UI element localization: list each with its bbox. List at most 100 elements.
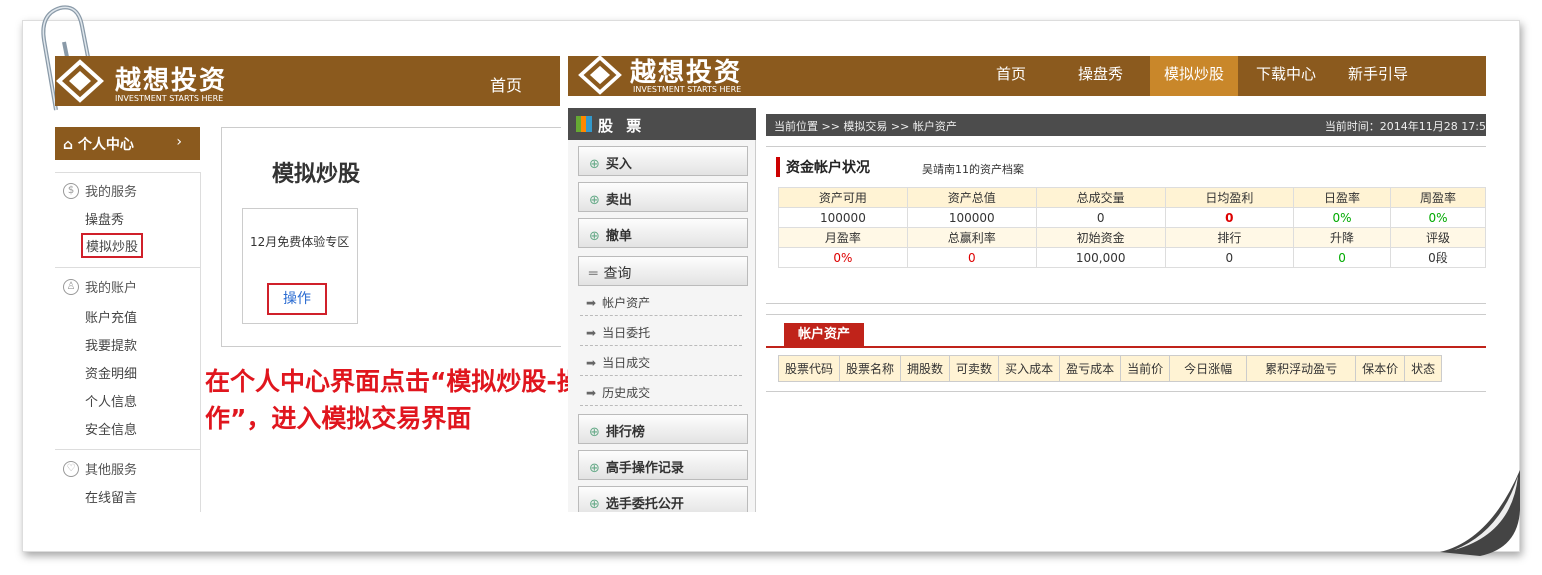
sidebar-item-personal-info[interactable]: 个人信息: [85, 391, 137, 410]
logo-title: 越想投资: [115, 66, 228, 96]
plus-icon: ⊕: [589, 193, 600, 208]
promo-card: 12月免费体验专区 操作: [242, 208, 358, 324]
table-header-cell: 周盈率: [1389, 187, 1486, 208]
left-header-bar: 越想投资 INVESTMENT STARTS HERE 首页: [55, 56, 560, 106]
table-header-cell: 升降: [1293, 227, 1391, 248]
sidebar-section-account: ♙ 我的账户: [63, 277, 137, 296]
menu-query[interactable]: ═ 查询: [578, 256, 748, 286]
logo-subtitle: INVESTMENT STARTS HERE: [115, 94, 224, 103]
nav-showcase[interactable]: 操盘秀: [1078, 63, 1123, 84]
table-cell: 100000: [778, 207, 908, 228]
menu-ranking[interactable]: ⊕ 排行榜: [578, 414, 748, 444]
plus-icon: ⊕: [589, 157, 600, 172]
query-label: 帐户资产: [602, 296, 651, 310]
sidebar-item-message[interactable]: 在线留言: [85, 487, 137, 506]
query-account-assets[interactable]: ➡ 帐户资产: [580, 288, 742, 316]
personal-center-label: 个人中心: [77, 137, 134, 153]
menu-buy[interactable]: ⊕ 买入: [578, 146, 748, 176]
user-icon: ♙: [63, 278, 79, 295]
logo-icon: [56, 59, 104, 103]
breadcrumb-text: 当前位置 >> 模拟交易 >> 帐户资产: [774, 120, 957, 133]
menu-cancel-order[interactable]: ⊕ 撤单: [578, 218, 748, 248]
menu-label: 选手委托公开: [605, 497, 684, 512]
sidebar-item-fund-details[interactable]: 资金明细: [85, 363, 137, 382]
nav-beginner-guide[interactable]: 新手引导: [1348, 63, 1408, 84]
holdings-table: 股票代码 股票名称 拥股数 可卖数 买入成本 盈亏成本 当前价 今日涨幅 累积浮…: [777, 355, 1443, 382]
logo-icon: [578, 56, 622, 95]
logo-subtitle: INVESTMENT STARTS HERE: [633, 85, 742, 94]
nav-download[interactable]: 下载中心: [1256, 63, 1316, 84]
sidebar: $ 我的服务 操盘秀 模拟炒股 ♙ 我的账户 账户充值 我要提款 资金明细 个人信息…: [55, 172, 201, 512]
tab-account-assets[interactable]: 帐户资产: [784, 323, 864, 347]
personal-center-tab[interactable]: ⌂ 个人中心 ›: [55, 127, 200, 160]
nav-home-link[interactable]: 首页: [490, 72, 522, 96]
page-title: 模拟炒股: [272, 162, 361, 187]
sidebar-item-simulated-trading[interactable]: 模拟炒股: [81, 233, 144, 258]
table-header-cell: 日均盈利: [1164, 187, 1295, 208]
table-cell: 100,000: [1035, 247, 1166, 268]
menu-label: 卖出: [605, 193, 632, 208]
menu-player-orders[interactable]: ⊕ 选手委托公开: [578, 486, 748, 512]
sidebar-item-showcase[interactable]: 操盘秀: [85, 209, 124, 228]
minus-icon: ═: [589, 266, 598, 282]
holdings-header-cell: 股票名称: [839, 355, 902, 382]
arrow-right-icon: ➡: [586, 326, 597, 340]
menu-label: 高手操作记录: [605, 461, 684, 476]
sidebar-item-withdraw[interactable]: 我要提款: [85, 335, 137, 354]
table-cell: 0%: [778, 247, 908, 268]
table-header-cell: 排行: [1164, 227, 1295, 248]
menu-label: 撤单: [605, 229, 632, 244]
query-today-orders[interactable]: ➡ 当日委托: [580, 318, 742, 346]
sidebar-item-recharge[interactable]: 账户充值: [85, 307, 137, 326]
query-today-trades[interactable]: ➡ 当日成交: [580, 348, 742, 376]
sidebar-item-security-info[interactable]: 安全信息: [85, 419, 137, 438]
instruction-text: 在个人中心界面点击“模拟炒股-操作”，进入模拟交易界面: [205, 367, 582, 433]
operate-button[interactable]: 操作: [267, 283, 327, 315]
sidebar-section-label: 我的账户: [85, 281, 138, 296]
holdings-header-cell: 可卖数: [949, 355, 1000, 382]
account-assets-panel: 帐户资产 股票代码 股票名称 拥股数 可卖数 买入成本 盈亏成本 当前价 今日涨…: [766, 314, 1486, 392]
plus-icon: ⊕: [589, 497, 600, 512]
sidebar-section-label: 我的服务: [85, 185, 138, 200]
divider: [766, 346, 1486, 348]
section-title: 资金帐户状况: [776, 157, 870, 177]
table-header-cell: 评级: [1389, 227, 1486, 248]
fund-status-panel: 资金帐户状况 吴靖南11的资产档案 资产可用 资产总值 总成交量 日均盈利 日盈…: [766, 146, 1486, 304]
table-header-cell: 总成交量: [1035, 187, 1166, 208]
sidebar-section-label: 其他服务: [85, 463, 138, 478]
divider: [55, 449, 201, 450]
holdings-header-cell: 累积浮动盈亏: [1246, 355, 1357, 382]
bar-chart-icon: [576, 116, 592, 132]
table-cell: 0: [1293, 247, 1391, 268]
holdings-header-cell: 拥股数: [900, 355, 951, 382]
sidebar-section-services: $ 我的服务: [63, 181, 137, 200]
table-header-cell: 初始资金: [1035, 227, 1166, 248]
nav-simulated-trading[interactable]: 模拟炒股: [1150, 56, 1239, 96]
table-header-cell: 日盈率: [1293, 187, 1391, 208]
trade-sidebar: 股 票 ⊕ 买入 ⊕ 卖出 ⊕ 撤单 ═ 查询 ➡ 帐户资产 ➡ 当日委托 ➡ 当日成交 ➡ 历…: [568, 108, 756, 512]
menu-expert-records[interactable]: ⊕ 高手操作记录: [578, 450, 748, 480]
arrow-right-icon: ➡: [586, 296, 597, 310]
right-header-bar: 越想投资 INVESTMENT STARTS HERE 首页 操盘秀 模拟炒股 …: [568, 56, 1486, 96]
table-header-cell: 月盈率: [778, 227, 908, 248]
page-curl-decoration: [1440, 470, 1520, 556]
holdings-header-cell: 当前价: [1120, 355, 1171, 382]
current-time: 当前时间：2014年11月28 17:5: [1324, 120, 1486, 133]
table-header-cell: 总赢利率: [906, 227, 1037, 248]
menu-label: 排行榜: [605, 425, 645, 440]
menu-sell[interactable]: ⊕ 卖出: [578, 182, 748, 212]
card-label: 12月免费体验专区: [250, 235, 350, 249]
query-history-trades[interactable]: ➡ 历史成交: [580, 378, 742, 406]
table-header-cell: 资产可用: [778, 187, 908, 208]
table-cell: 0: [1164, 207, 1295, 228]
stock-header: 股 票: [568, 108, 756, 140]
table-cell: 0: [906, 247, 1037, 268]
menu-label: 买入: [605, 157, 632, 172]
table-header-cell: 资产总值: [906, 187, 1037, 208]
trading-screenshot: 越想投资 INVESTMENT STARTS HERE 首页 操盘秀 模拟炒股 …: [568, 56, 1486, 512]
query-label: 当日委托: [602, 326, 651, 340]
home-icon: ⌂: [63, 137, 78, 153]
nav-home[interactable]: 首页: [996, 63, 1026, 84]
chevron-right-icon: ›: [176, 134, 182, 150]
holdings-header-cell: 盈亏成本: [1059, 355, 1122, 382]
